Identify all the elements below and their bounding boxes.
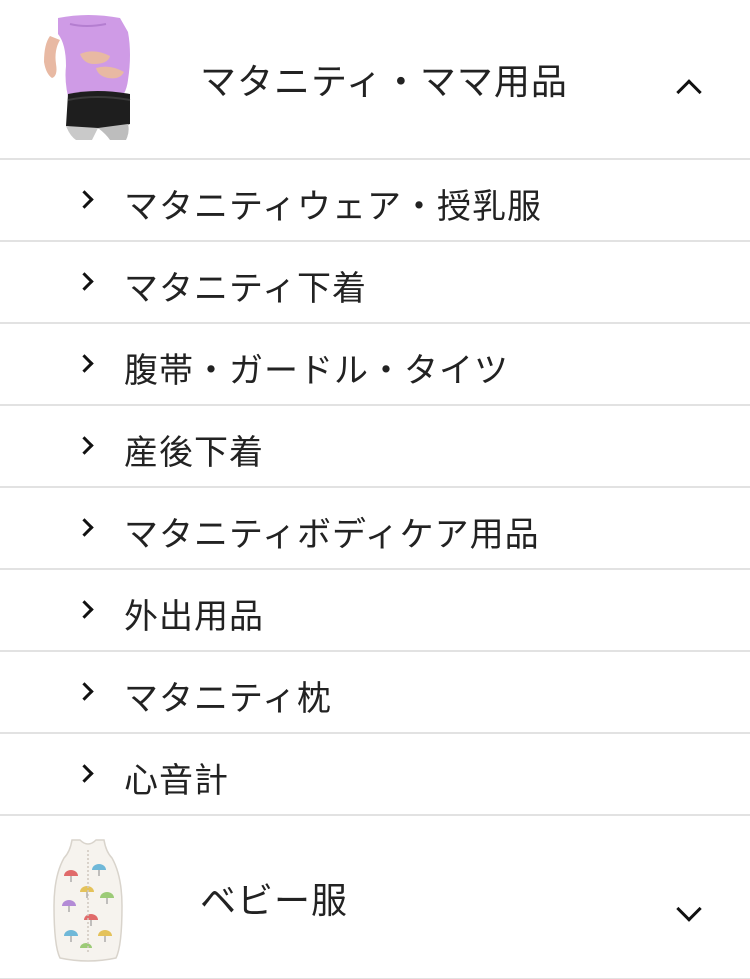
subcategory-item-belly-band[interactable]: 腹帯・ガードル・タイツ [0, 324, 750, 406]
subcategory-label: マタニティ下着 [124, 269, 367, 309]
subcategory-item-postpartum-underwear[interactable]: 産後下着 [0, 406, 750, 488]
chevron-right-icon [75, 518, 94, 537]
chevron-right-icon [75, 190, 94, 209]
subcategory-label: 心音計 [124, 761, 229, 801]
subcategory-label: マタニティ枕 [124, 679, 332, 719]
category-baby-clothes-header[interactable]: ベビー服 [0, 816, 750, 979]
chevron-right-icon [75, 272, 94, 291]
subcategory-item-heartbeat-monitor[interactable]: 心音計 [0, 734, 750, 816]
chevron-right-icon [75, 600, 94, 619]
subcategory-label: 外出用品 [124, 597, 264, 637]
chevron-right-icon [75, 354, 94, 373]
subcategory-item-outing-goods[interactable]: 外出用品 [0, 570, 750, 652]
category-title-baby-clothes: ベビー服 [200, 881, 349, 922]
subcategory-label: 腹帯・ガードル・タイツ [124, 351, 509, 391]
maternity-thumbnail-image [44, 15, 131, 140]
subcategory-item-maternity-underwear[interactable]: マタニティ下着 [0, 242, 750, 324]
baby-clothes-thumbnail-image [53, 839, 123, 962]
chevron-down-icon[interactable] [676, 896, 702, 922]
maternity-subcategory-list: マタニティウェア・授乳服 マタニティ下着 腹帯・ガードル・タイツ 産後下着 マタ… [0, 160, 750, 816]
subcategory-label: 産後下着 [124, 433, 264, 473]
subcategory-item-maternity-wear[interactable]: マタニティウェア・授乳服 [0, 160, 750, 242]
chevron-right-icon [75, 682, 94, 701]
subcategory-item-maternity-pillow[interactable]: マタニティ枕 [0, 652, 750, 734]
chevron-right-icon [75, 436, 94, 455]
chevron-right-icon [75, 764, 94, 783]
subcategory-label: マタニティウェア・授乳服 [124, 187, 542, 227]
category-title-maternity: マタニティ・ママ用品 [200, 62, 568, 103]
category-maternity-header[interactable]: マタニティ・ママ用品 [0, 0, 750, 160]
subcategory-item-body-care[interactable]: マタニティボディケア用品 [0, 488, 750, 570]
subcategory-label: マタニティボディケア用品 [124, 515, 540, 555]
chevron-up-icon[interactable] [676, 79, 702, 105]
